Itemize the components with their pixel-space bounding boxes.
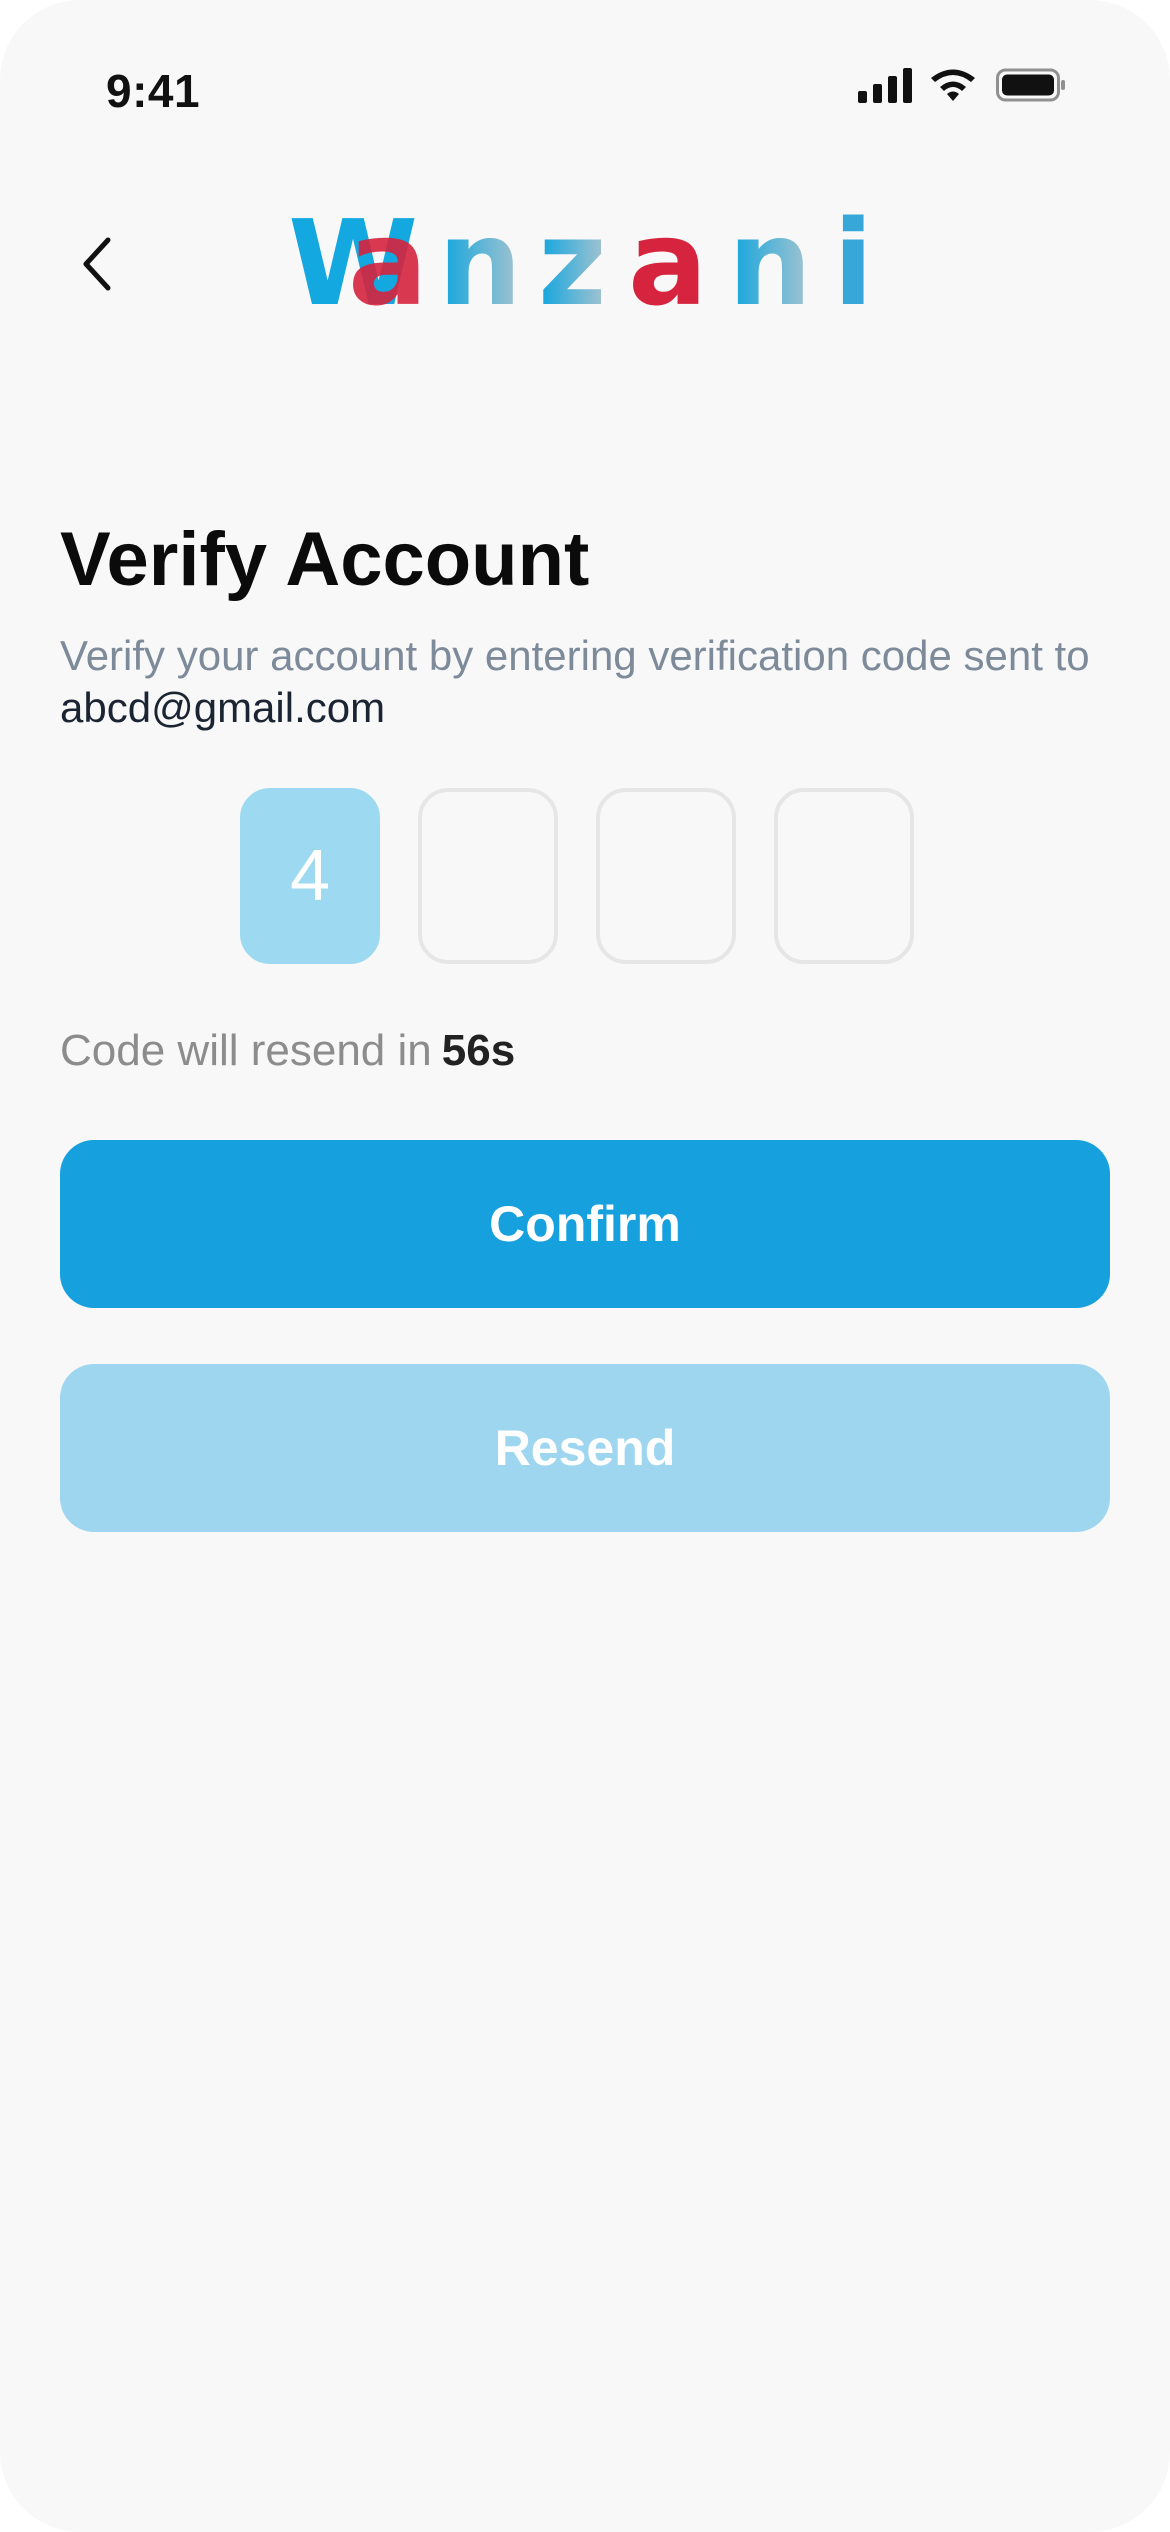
wanzani-logo: W a n z a n i xyxy=(288,204,873,324)
status-icons xyxy=(858,62,1066,108)
otp-code-input: 4 xyxy=(240,788,914,964)
back-button[interactable] xyxy=(66,224,126,304)
instructions-text: Verify your account by entering verifica… xyxy=(60,632,1090,679)
logo-letter-n2: n xyxy=(728,204,812,324)
logo-letter-z: z xyxy=(538,204,607,324)
cellular-signal-icon xyxy=(858,68,912,103)
otp-digit-1[interactable]: 4 xyxy=(240,788,380,964)
resend-button[interactable]: Resend xyxy=(60,1364,1110,1532)
otp-digit-2[interactable] xyxy=(418,788,558,964)
logo-letter-i: i xyxy=(833,204,873,324)
page-title: Verify Account xyxy=(60,517,590,602)
chevron-left-icon xyxy=(83,237,111,291)
email-address: abcd@gmail.com xyxy=(60,684,386,731)
resend-timer: Code will resend in 56s xyxy=(60,1026,515,1076)
otp-digit-3[interactable] xyxy=(596,788,736,964)
confirm-button[interactable]: Confirm xyxy=(60,1140,1110,1308)
wifi-icon xyxy=(931,69,975,101)
battery-icon xyxy=(996,68,1065,102)
status-time: 9:41 xyxy=(106,65,201,117)
app-screen: 9:41 W a n z a n i Verify Account Verify… xyxy=(0,0,1170,2532)
otp-digit-4[interactable] xyxy=(774,788,914,964)
verification-instructions: Verify your account by entering verifica… xyxy=(60,630,1120,734)
resend-countdown: 56s xyxy=(441,1026,516,1075)
logo-letter-n: n xyxy=(438,204,522,324)
logo-letter-a-red: a xyxy=(348,204,428,324)
resend-timer-label: Code will resend in xyxy=(60,1026,432,1075)
logo-letter-a: a xyxy=(628,204,708,324)
